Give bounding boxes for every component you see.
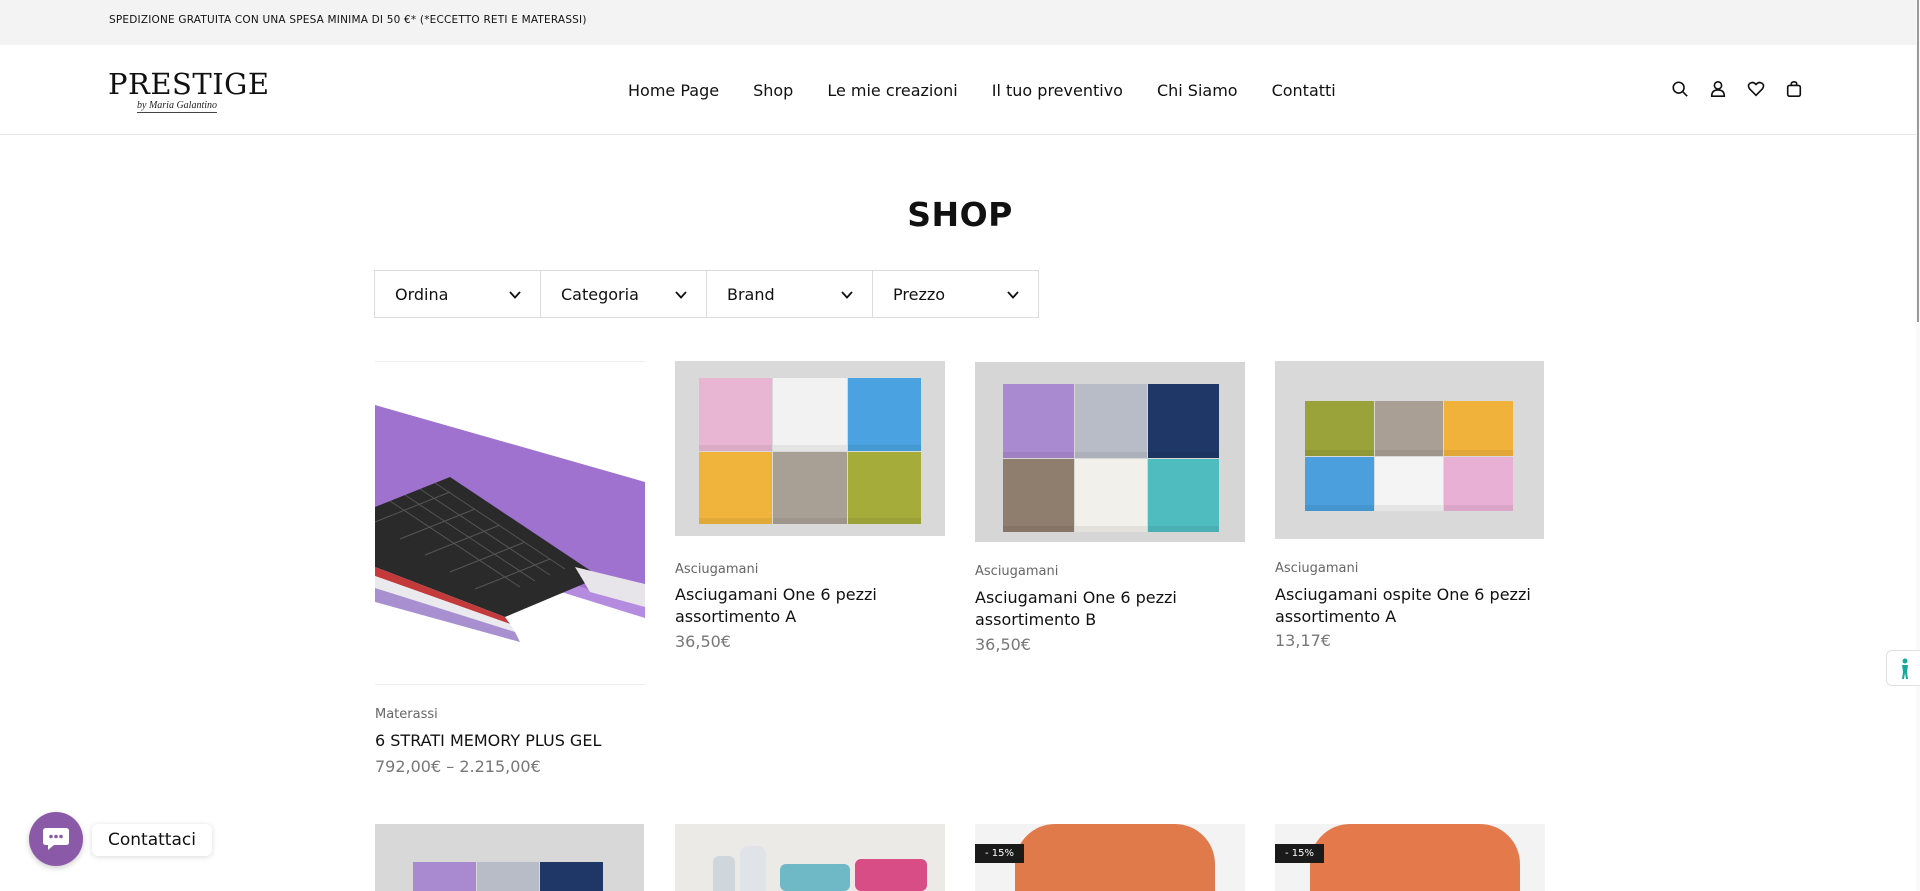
towel-swatch — [1374, 456, 1444, 511]
chat-label[interactable]: Contattaci — [92, 824, 212, 856]
towel-swatch — [773, 451, 847, 524]
towel-swatch — [1444, 401, 1513, 456]
towel-swatch — [1305, 456, 1374, 511]
product-image[interactable] — [375, 824, 644, 891]
towel-swatch — [773, 378, 847, 451]
product-price: 13,17€ — [1275, 631, 1331, 650]
chat-button[interactable] — [29, 812, 83, 866]
towel-swatch — [1075, 384, 1147, 458]
filter-bar: Ordina Categoria Brand Prezzo — [374, 270, 1039, 318]
user-icon[interactable] — [1708, 79, 1728, 99]
filter-sort-label: Ordina — [395, 285, 449, 304]
product-image[interactable] — [1275, 361, 1544, 539]
towel-swatch — [1003, 384, 1075, 458]
filter-brand[interactable]: Brand — [706, 270, 873, 318]
bag-icon[interactable] — [1784, 79, 1804, 99]
product-price: 792,00€ – 2.215,00€ — [375, 757, 541, 776]
chevron-down-icon — [508, 287, 522, 301]
chevron-down-icon — [1006, 287, 1020, 301]
page-title: SHOP — [907, 195, 1013, 234]
towel-swatch — [847, 451, 921, 524]
nav-item-shop[interactable]: Shop — [753, 81, 793, 103]
filter-sort[interactable]: Ordina — [374, 270, 541, 318]
product-price: 36,50€ — [675, 632, 731, 651]
chevron-down-icon — [840, 287, 854, 301]
filter-brand-label: Brand — [727, 285, 775, 304]
product-name[interactable]: 6 STRATI MEMORY PLUS GEL — [375, 730, 640, 752]
product-name[interactable]: Asciugamani ospite One 6 pezzi assortime… — [1275, 584, 1540, 628]
product-category[interactable]: Materassi — [375, 707, 438, 722]
accessibility-button[interactable] — [1886, 650, 1920, 686]
discount-badge: - 15% — [1275, 844, 1325, 863]
product-name[interactable]: Asciugamani One 6 pezzi assortimento A — [675, 584, 940, 628]
product-image[interactable] — [675, 361, 945, 536]
filter-category-label: Categoria — [561, 285, 639, 304]
product-image[interactable] — [675, 824, 945, 891]
main-nav: Home Page Shop Le mie creazioni Il tuo p… — [628, 81, 1370, 103]
promo-text: SPEDIZIONE GRATUITA CON UNA SPESA MINIMA… — [109, 14, 587, 26]
logo-main-text: PRESTIGE — [108, 67, 270, 101]
product-card[interactable]: Asciugamani Asciugamani ospite One 6 pez… — [1275, 361, 1545, 661]
product-card[interactable]: Asciugamani Asciugamani One 6 pezzi asso… — [675, 361, 945, 661]
towel-swatch — [1444, 456, 1513, 511]
product-card[interactable]: Asciugamani Asciugamani One 6 pezzi asso… — [975, 362, 1245, 662]
towel-swatch — [1147, 384, 1219, 458]
product-price: 36,50€ — [975, 635, 1031, 654]
header-icons — [1670, 79, 1804, 99]
heart-icon[interactable] — [1746, 79, 1766, 99]
towel-swatch — [1147, 458, 1219, 532]
filter-category[interactable]: Categoria — [540, 270, 707, 318]
towel-swatch — [1003, 458, 1075, 532]
product-name[interactable]: Asciugamani One 6 pezzi assortimento B — [975, 587, 1240, 631]
towel-swatch — [1075, 458, 1147, 532]
logo-sub-text: by Maria Galantino — [137, 100, 217, 113]
towel-swatch — [699, 451, 773, 524]
product-image[interactable] — [975, 362, 1245, 542]
nav-item-quote[interactable]: Il tuo preventivo — [992, 81, 1123, 103]
discount-badge: - 15% — [975, 844, 1025, 863]
product-image[interactable] — [375, 361, 645, 685]
filter-price[interactable]: Prezzo — [872, 270, 1039, 318]
nav-item-contacts[interactable]: Contatti — [1272, 81, 1336, 103]
product-category[interactable]: Asciugamani — [1275, 561, 1358, 576]
chevron-down-icon — [674, 287, 688, 301]
towel-swatch — [847, 378, 921, 451]
nav-item-creations[interactable]: Le mie creazioni — [827, 81, 957, 103]
promo-bar: SPEDIZIONE GRATUITA CON UNA SPESA MINIMA… — [0, 0, 1920, 45]
towel-swatch — [1374, 401, 1444, 456]
product-category[interactable]: Asciugamani — [975, 564, 1058, 579]
accessibility-icon — [1902, 658, 1908, 679]
product-category[interactable]: Asciugamani — [675, 562, 758, 577]
product-image[interactable]: - 15% — [975, 824, 1245, 891]
page-scrollbar[interactable] — [1916, 0, 1920, 891]
site-logo[interactable]: PRESTIGE by Maria Galantino — [108, 67, 269, 115]
site-header: PRESTIGE by Maria Galantino Home Page Sh… — [0, 45, 1920, 135]
nav-item-home[interactable]: Home Page — [628, 81, 719, 103]
product-image[interactable]: - 15% — [1275, 824, 1545, 891]
search-icon[interactable] — [1670, 79, 1690, 99]
filter-price-label: Prezzo — [893, 285, 946, 304]
towel-swatch — [699, 378, 773, 451]
product-card[interactable]: Materassi 6 STRATI MEMORY PLUS GEL 792,0… — [375, 361, 645, 781]
chat-bubble-icon — [43, 828, 69, 850]
scrollbar-thumb[interactable] — [1917, 0, 1919, 322]
towel-swatch — [1305, 401, 1374, 456]
nav-item-about[interactable]: Chi Siamo — [1157, 81, 1238, 103]
